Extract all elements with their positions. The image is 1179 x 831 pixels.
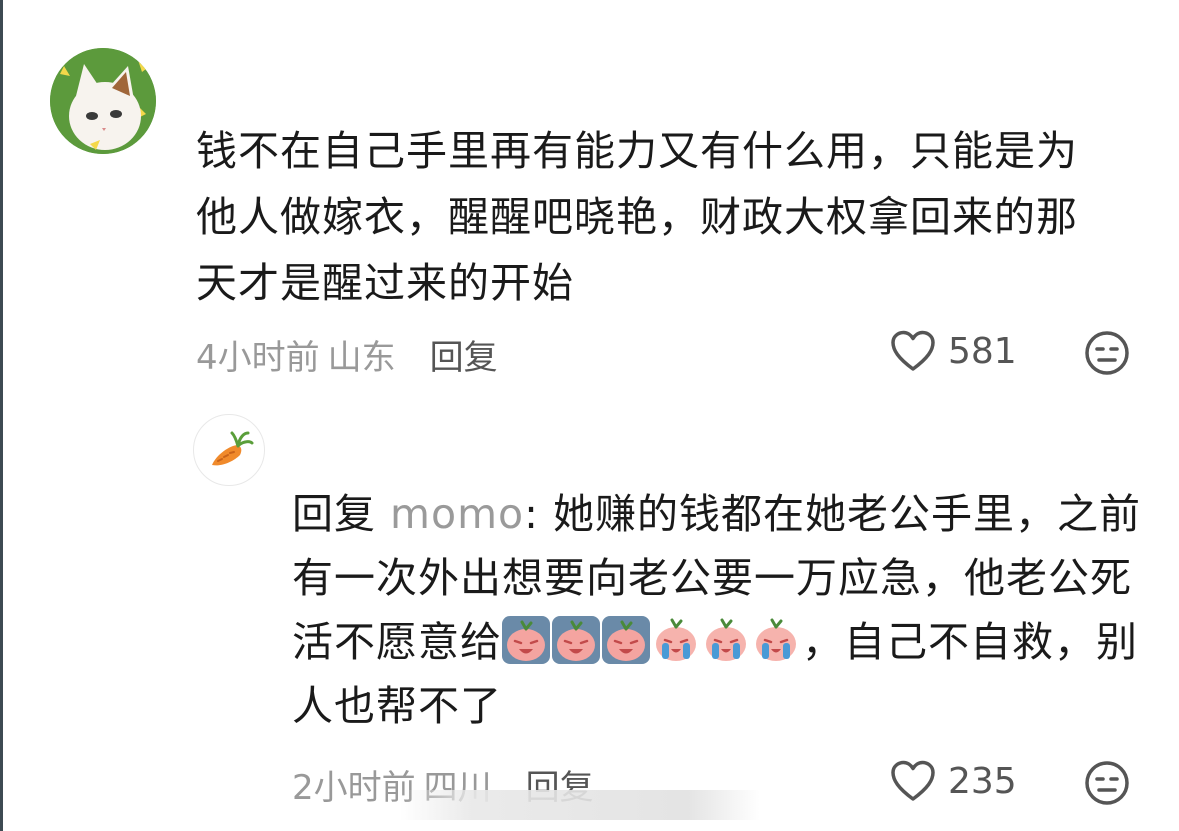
reply-text: 回复 momo: 她赚的钱都在她老公手里，之前有一次外出想要向老公要一万应急，他… (292, 482, 1152, 738)
like-count: 581 (948, 330, 1017, 372)
avatar[interactable] (50, 48, 156, 154)
heart-icon (891, 330, 935, 371)
reply-time: 2小时前 (292, 768, 416, 808)
reply-like-count: 235 (948, 760, 1017, 802)
comment-location: 山东 (327, 338, 396, 378)
dislike-icon[interactable] (1084, 760, 1130, 806)
sobbing-peach-emoji (756, 618, 796, 661)
comment-meta: 4小时前 山东 回复 (196, 330, 498, 379)
sobbing-peach-emoji (706, 618, 746, 661)
reply-like-button[interactable]: 235 (890, 760, 1017, 802)
sobbing-peach-emoji (656, 618, 696, 661)
crying-peach-emoji (502, 616, 550, 664)
reply-colon: : (524, 490, 539, 538)
dislike-icon[interactable] (1084, 330, 1130, 376)
crying-peach-emoji (602, 616, 650, 664)
crying-peach-emoji (552, 616, 600, 664)
reply-button[interactable]: 回复 (430, 330, 498, 379)
like-button[interactable]: 581 (890, 330, 1017, 372)
watermark-blur (400, 790, 760, 820)
heart-icon (891, 760, 935, 801)
window-edge (0, 0, 3, 831)
reply-avatar[interactable] (193, 414, 265, 486)
comment-time: 4小时前 (196, 338, 320, 378)
reply-to-user[interactable]: momo (390, 490, 524, 538)
comment-text: 钱不在自己手里再有能力又有什么用，只能是为他人做嫁衣，醒醒吧晓艳，财政大权拿回来… (196, 127, 1078, 307)
reply-prefix: 回复 (292, 490, 376, 538)
